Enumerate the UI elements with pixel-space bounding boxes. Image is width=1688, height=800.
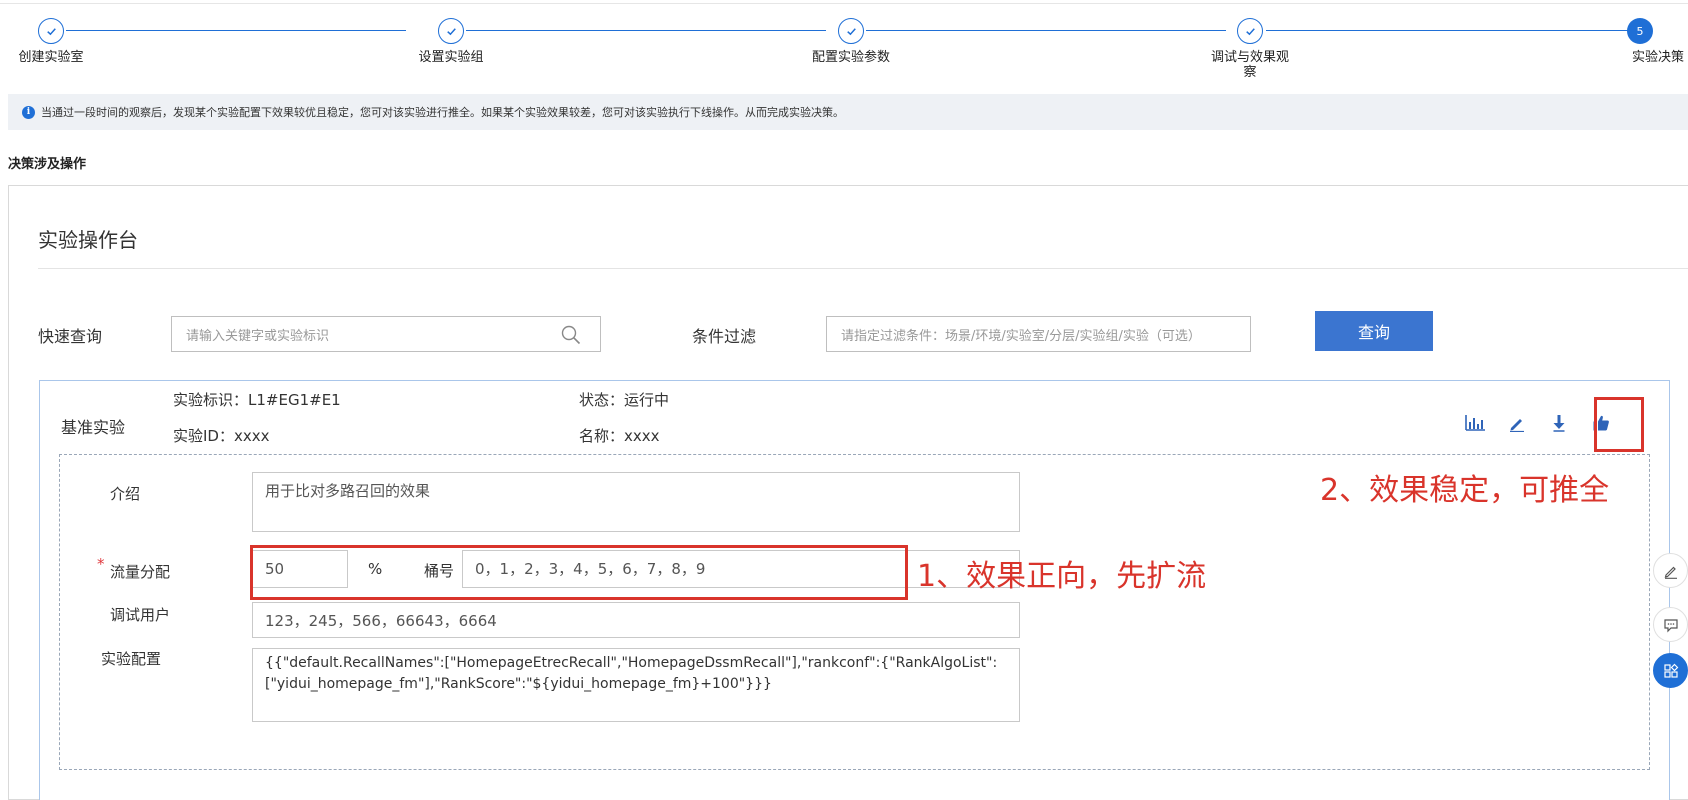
- step-label: 调试与效果观察: [1210, 50, 1289, 80]
- experiment-status: 状态：运行中: [579, 389, 669, 410]
- experiment-status-value: 运行中: [624, 391, 670, 409]
- intro-label: 介绍: [110, 485, 141, 503]
- filter-input[interactable]: 请指定过滤条件：场景/环境/实验室/分层/实验组/实验（可选）: [826, 316, 1251, 352]
- experiment-console-panel: 实验操作台 快速查询 请输入关键字或实验标识 条件过滤 请指定过滤条件：场景/环…: [8, 185, 1688, 800]
- step-config-params[interactable]: 配置实验参数: [786, 16, 916, 65]
- info-banner: i 当通过一段时间的观察后，发现某个实验配置下效果较优且稳定，您可对该实验进行推…: [8, 94, 1688, 130]
- panel-divider: [38, 268, 1688, 269]
- step-progress: 创建实验室 设置实验组 配置实验参数 调试与效果观察 5 实验决策: [0, 16, 1688, 86]
- experiment-type-label: 基准实验: [61, 418, 126, 437]
- step-connector: [466, 30, 826, 31]
- experiment-status-label: 状态：: [579, 391, 625, 409]
- apps-button[interactable]: [1653, 653, 1688, 688]
- edit-icon[interactable]: [1505, 411, 1529, 435]
- info-icon: i: [22, 105, 35, 119]
- intro-field[interactable]: 用于比对多路召回的效果: [252, 472, 1020, 532]
- download-icon[interactable]: [1547, 411, 1571, 435]
- debug-users-input[interactable]: 123，245，566，66643，6664: [252, 602, 1020, 638]
- step-create-lab[interactable]: 创建实验室: [0, 16, 116, 65]
- experiment-id-label: 实验ID：: [173, 427, 234, 445]
- experiment-card-header: 基准实验 实验标识：L1#EG1#E1 实验ID：xxxx 状态：运行中 名称：…: [40, 381, 1669, 453]
- check-icon: [838, 18, 864, 44]
- quick-query-placeholder: 请输入关键字或实验标识: [186, 328, 330, 344]
- step-setup-group[interactable]: 设置实验组: [386, 16, 516, 65]
- step-connector: [866, 30, 1226, 31]
- grid-apps-icon: [1663, 663, 1678, 678]
- edit-icon: [1664, 566, 1677, 579]
- experiment-tag-value: L1#EG1#E1: [248, 391, 341, 409]
- step-decision[interactable]: 5 实验决策: [1586, 16, 1688, 65]
- experiment-name: 名称：xxxx: [579, 425, 660, 446]
- quick-query-label: 快速查询: [38, 327, 103, 346]
- step-number: 5: [1627, 18, 1653, 44]
- step-connector: [66, 30, 406, 31]
- required-mark: *: [97, 555, 105, 573]
- step-label: 配置实验参数: [811, 50, 890, 65]
- chat-icon: [1663, 618, 1678, 632]
- experiment-name-label: 名称：: [579, 427, 625, 445]
- top-divider: [0, 3, 1688, 4]
- experiment-id-value: xxxx: [233, 427, 270, 445]
- filter-placeholder: 请指定过滤条件：场景/环境/实验室/分层/实验组/实验（可选）: [841, 328, 1201, 344]
- step-connector: [1266, 30, 1630, 31]
- check-icon: [438, 18, 464, 44]
- bar-chart-icon[interactable]: [1463, 411, 1487, 435]
- filter-label: 条件过滤: [692, 327, 757, 346]
- step-label: 设置实验组: [418, 50, 484, 65]
- check-icon: [38, 18, 64, 44]
- traffic-highlight: [250, 545, 908, 600]
- experiment-toolbar: [1463, 411, 1613, 435]
- config-label: 实验配置: [101, 650, 162, 668]
- experiment-tag: 实验标识：L1#EG1#E1: [173, 389, 341, 410]
- step-label: 创建实验室: [18, 50, 84, 65]
- annotation-promote-full: 2、效果稳定，可推全: [1320, 473, 1610, 508]
- chat-button[interactable]: [1653, 607, 1688, 642]
- panel-title: 实验操作台: [38, 228, 138, 252]
- annotation-expand-traffic: 1、效果正向，先扩流: [917, 559, 1207, 594]
- feedback-edit-button[interactable]: [1653, 553, 1688, 588]
- experiment-tag-label: 实验标识：: [173, 391, 249, 409]
- traffic-label: 流量分配: [110, 563, 171, 581]
- step-debug-observe[interactable]: 调试与效果观察: [1185, 16, 1315, 80]
- thumbs-up-highlight: [1594, 397, 1644, 452]
- step-label: 实验决策: [1631, 50, 1684, 65]
- quick-query-input[interactable]: 请输入关键字或实验标识: [171, 316, 601, 352]
- config-textarea[interactable]: {{"default.RecallNames":["HomepageEtrecR…: [252, 648, 1020, 722]
- experiment-id: 实验ID：xxxx: [173, 425, 270, 446]
- check-icon: [1237, 18, 1263, 44]
- query-button[interactable]: 查询: [1315, 311, 1433, 351]
- section-title: 决策涉及操作: [8, 157, 87, 172]
- info-text: 当通过一段时间的观察后，发现某个实验配置下效果较优且稳定，您可对该实验进行推全。…: [41, 106, 844, 119]
- search-icon[interactable]: [560, 324, 582, 346]
- debug-users-label: 调试用户: [110, 606, 171, 624]
- experiment-name-value: xxxx: [624, 427, 660, 445]
- experiment-card: 基准实验 实验标识：L1#EG1#E1 实验ID：xxxx 状态：运行中 名称：…: [39, 380, 1670, 800]
